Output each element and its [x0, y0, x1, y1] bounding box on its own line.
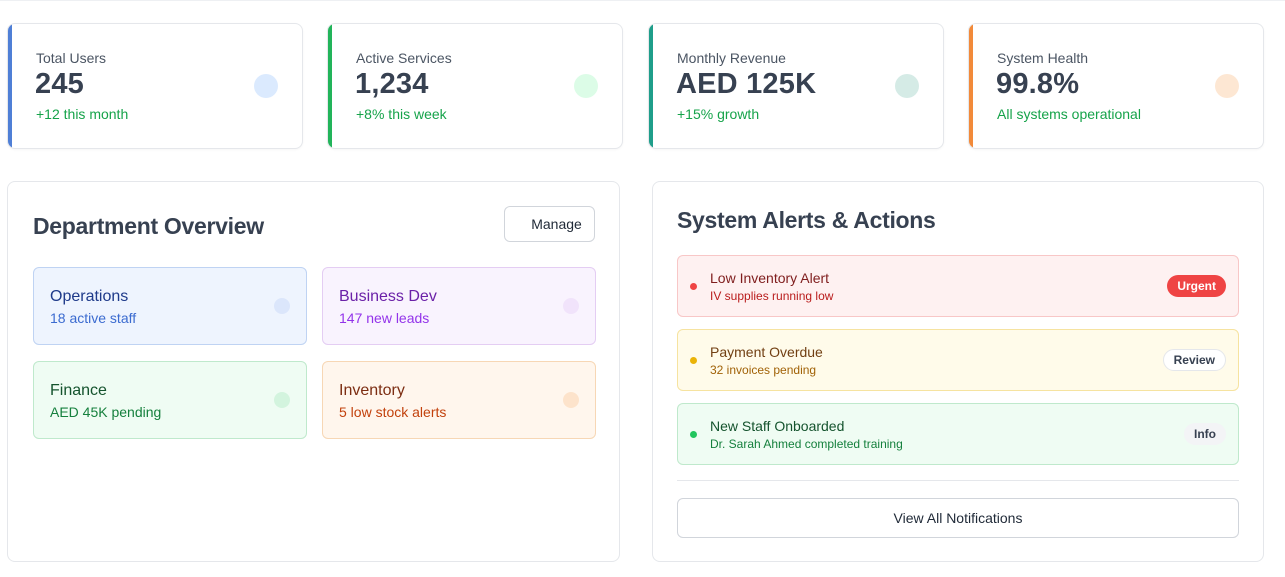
top-divider — [0, 0, 1285, 1]
department-card-operations[interactable]: Operations 18 active staff — [33, 267, 307, 345]
stat-card-total-users: Total Users 245 +12 this month — [7, 23, 303, 149]
panel-title: Department Overview — [33, 213, 264, 239]
alert-detail: IV supplies running low — [710, 289, 834, 303]
info-badge[interactable]: Info — [1184, 423, 1226, 445]
inventory-icon — [563, 392, 579, 408]
department-name: Finance — [50, 382, 107, 399]
stat-value: 99.8% — [996, 68, 1080, 100]
department-card-finance[interactable]: Finance AED 45K pending — [33, 361, 307, 439]
department-card-inventory[interactable]: Inventory 5 low stock alerts — [322, 361, 596, 439]
users-icon — [254, 74, 278, 98]
stat-change: All systems operational — [997, 106, 1141, 122]
alert-title: New Staff Onboarded — [710, 418, 845, 434]
urgent-badge[interactable]: Urgent — [1167, 275, 1226, 297]
alert-status-dot — [690, 283, 697, 290]
stat-change: +8% this week — [356, 106, 447, 122]
department-name: Business Dev — [339, 288, 437, 305]
services-icon — [574, 74, 598, 98]
revenue-icon — [895, 74, 919, 98]
department-detail: 147 new leads — [339, 310, 430, 326]
alert-low-inventory[interactable]: Low Inventory Alert IV supplies running … — [677, 255, 1239, 317]
alert-detail: Dr. Sarah Ahmed completed training — [710, 437, 903, 451]
stat-value: 1,234 — [355, 68, 429, 100]
department-detail: AED 45K pending — [50, 404, 162, 420]
operations-icon — [274, 298, 290, 314]
stat-value: AED 125K — [676, 68, 817, 100]
stat-label: Total Users — [36, 50, 107, 66]
alert-title: Payment Overdue — [710, 344, 823, 360]
system-alerts-panel: System Alerts & Actions Low Inventory Al… — [652, 181, 1264, 562]
department-detail: 18 active staff — [50, 310, 137, 326]
department-detail: 5 low stock alerts — [339, 404, 447, 420]
department-overview-panel: Department Overview Manage Operations 18… — [7, 181, 620, 562]
view-all-notifications-button[interactable]: View All Notifications — [677, 498, 1239, 538]
stat-label: System Health — [997, 50, 1089, 66]
panel-title: System Alerts & Actions — [677, 207, 936, 233]
alert-payment-overdue[interactable]: Payment Overdue 32 invoices pending Revi… — [677, 329, 1239, 391]
stat-value: 245 — [35, 68, 84, 100]
stat-label: Monthly Revenue — [677, 50, 786, 66]
review-badge[interactable]: Review — [1162, 349, 1226, 371]
alert-status-dot — [690, 357, 697, 364]
alert-status-dot — [690, 431, 697, 438]
department-card-business-dev[interactable]: Business Dev 147 new leads — [322, 267, 596, 345]
stat-card-active-services: Active Services 1,234 +8% this week — [327, 23, 623, 149]
stat-change: +12 this month — [36, 106, 129, 122]
alert-detail: 32 invoices pending — [710, 363, 817, 377]
alerts-divider — [677, 480, 1239, 481]
health-icon — [1215, 74, 1239, 98]
department-name: Inventory — [339, 382, 405, 399]
stat-card-monthly-revenue: Monthly Revenue AED 125K +15% growth — [648, 23, 944, 149]
manage-button[interactable]: Manage — [504, 206, 595, 242]
business-dev-icon — [563, 298, 579, 314]
alert-new-staff[interactable]: New Staff Onboarded Dr. Sarah Ahmed comp… — [677, 403, 1239, 465]
stat-change: +15% growth — [677, 106, 760, 122]
department-name: Operations — [50, 288, 129, 305]
stat-label: Active Services — [356, 50, 452, 66]
finance-icon — [274, 392, 290, 408]
stat-card-system-health: System Health 99.8% All systems operatio… — [968, 23, 1264, 149]
alert-title: Low Inventory Alert — [710, 270, 830, 286]
